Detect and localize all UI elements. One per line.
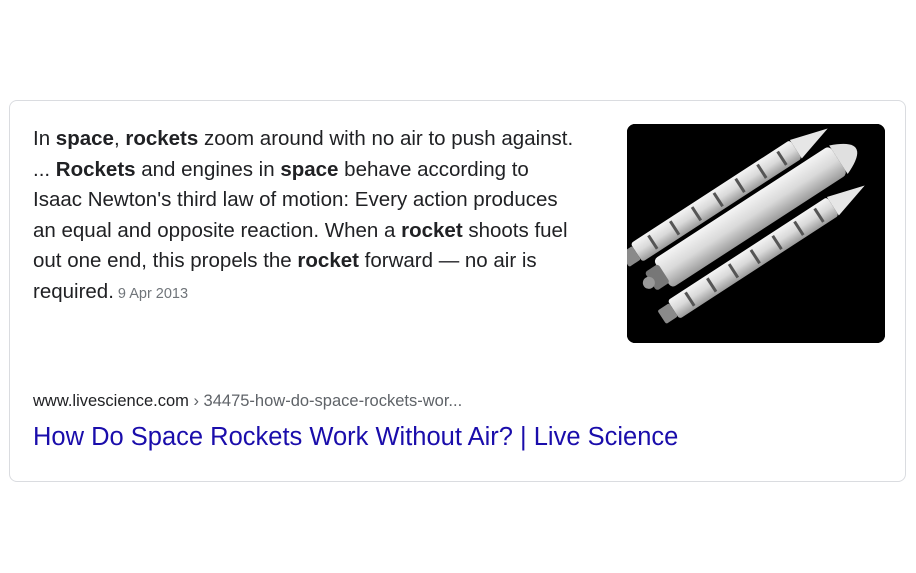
cite-path: › 34475-how-do-space-rockets-wor...	[188, 392, 463, 410]
snippet-run: In	[33, 127, 56, 150]
cite-domain: www.livescience.com	[33, 392, 189, 410]
result-title-link[interactable]: How Do Space Rockets Work Without Air? |…	[33, 423, 678, 452]
snippet-text: In space, rockets zoom around with no ai…	[33, 124, 578, 309]
featured-snippet-card: In space, rockets zoom around with no ai…	[9, 100, 906, 482]
snippet-emphasis: rocket	[297, 249, 359, 272]
snippet-date: 9 Apr 2013	[117, 285, 189, 302]
snippet-emphasis: Rockets	[55, 157, 136, 181]
thumbnail-image[interactable]	[627, 124, 885, 343]
rocket-icon	[627, 124, 885, 343]
snippet-emphasis: rockets	[125, 127, 199, 150]
snippet-emphasis: space	[280, 157, 339, 181]
snippet-emphasis: space	[55, 127, 114, 150]
snippet-run: ,	[113, 127, 126, 150]
snippet-emphasis: rocket	[401, 218, 463, 242]
result-url-breadcrumb: www.livescience.com › 34475-how-do-space…	[33, 392, 462, 411]
snippet-run: and engines in	[135, 157, 281, 181]
